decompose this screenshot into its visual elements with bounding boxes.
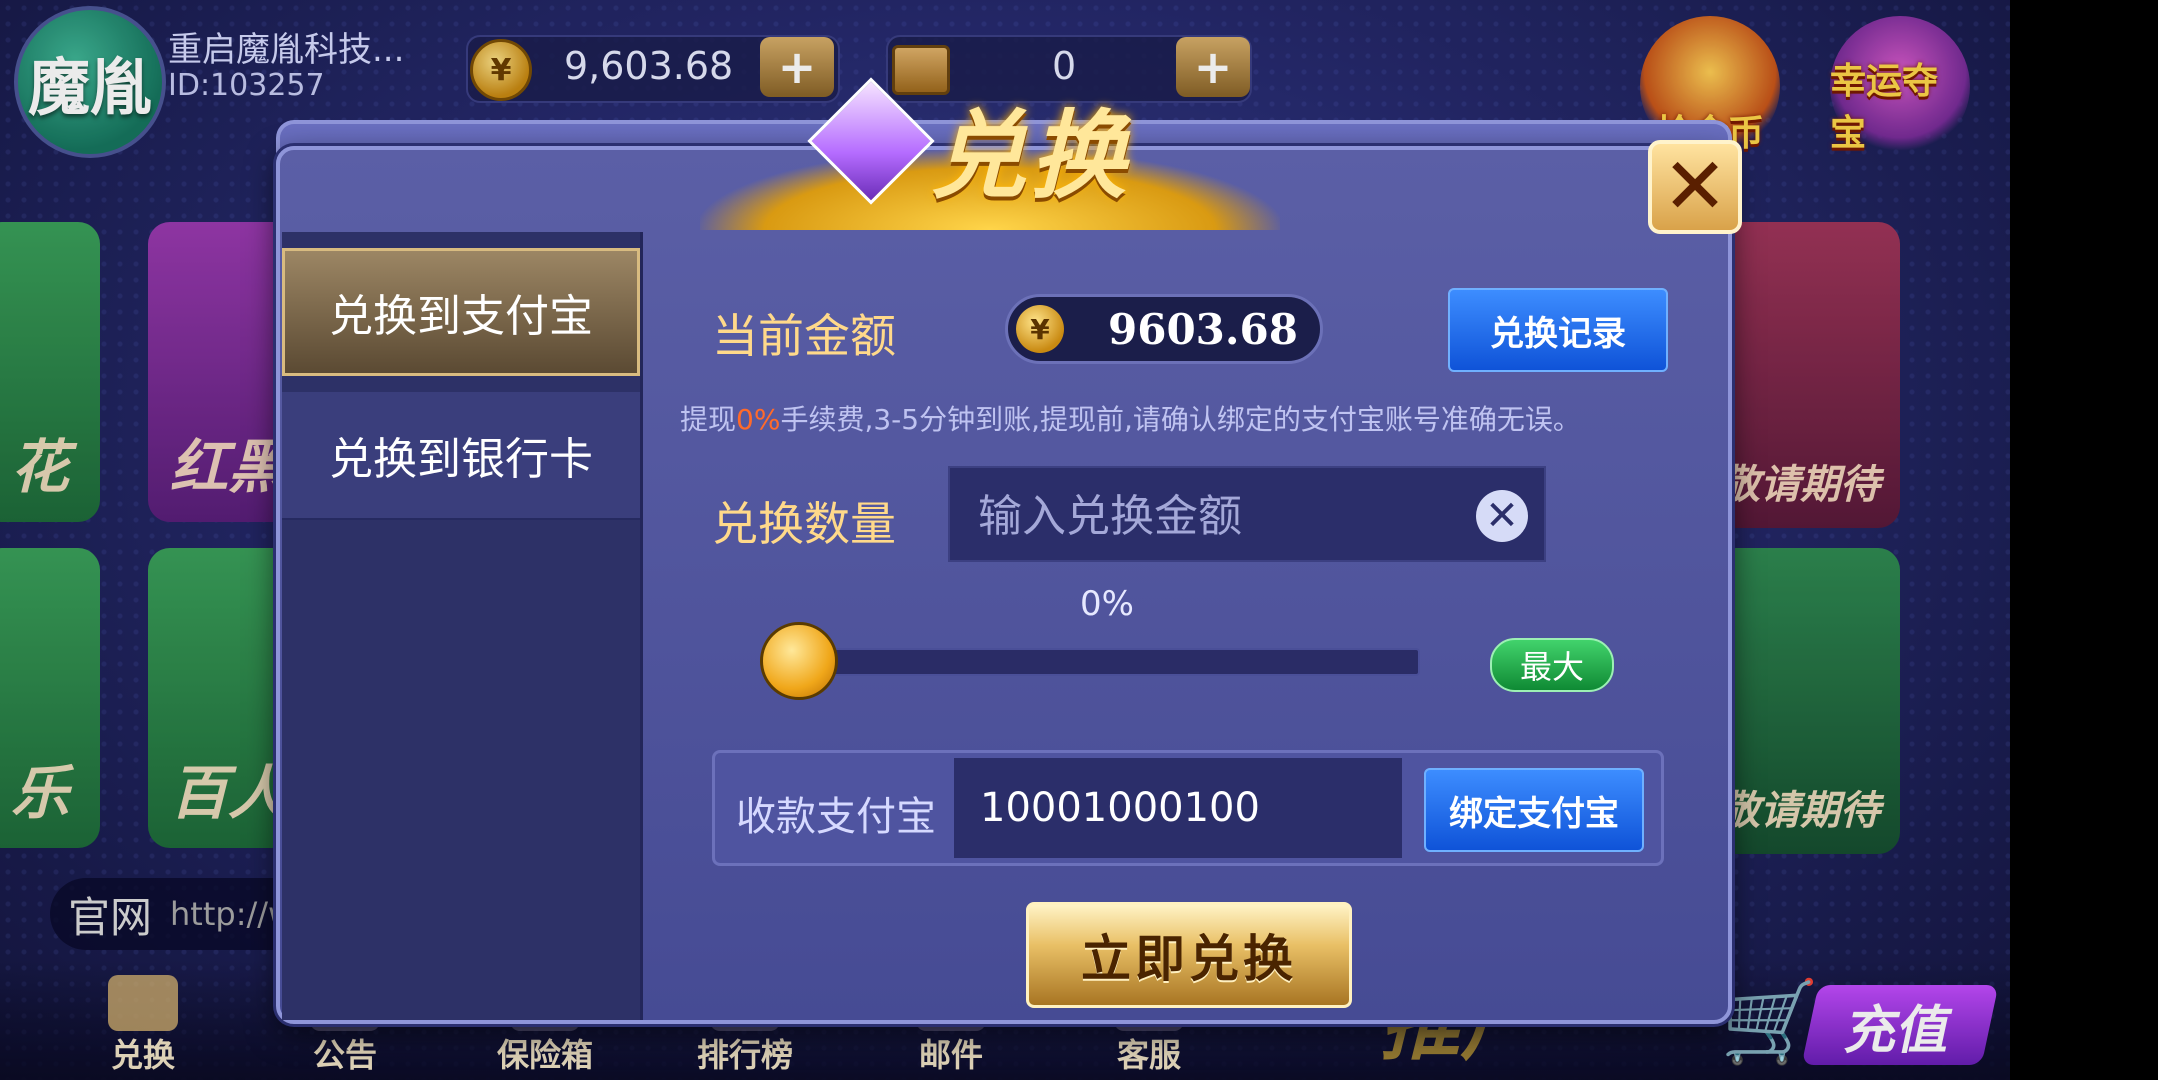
dialog-title: 兑换 [930,100,1130,212]
bind-alipay-button[interactable]: 绑定支付宝 [1424,768,1644,852]
yen-icon: ¥ [1016,305,1064,353]
hint-suffix: 手续费,3-5分钟到账,提现前,请确认绑定的支付宝账号准确无误。 [780,403,1581,436]
exchange-history-button[interactable]: 兑换记录 [1448,288,1668,372]
current-amount-value: 9603.68 [1108,305,1298,354]
alipay-account-field: 10001000100 [954,758,1402,858]
amount-slider-track[interactable] [768,648,1420,676]
clear-input-button[interactable]: ✕ [1476,490,1528,542]
quantity-input[interactable] [976,482,1450,550]
current-amount-label: 当前金额 [712,309,896,363]
current-amount-display: ¥ 9603.68 [1005,294,1323,364]
slider-percent: 0% [1080,584,1134,624]
hint-fee-highlight: 0% [736,403,781,436]
close-button[interactable]: ✕ [1648,140,1742,234]
hint-prefix: 提现 [680,403,737,436]
amount-slider-knob[interactable] [760,622,838,700]
exchange-now-button[interactable]: 立即兑换 [1026,902,1352,1008]
quantity-input-box: ✕ [948,466,1546,562]
max-button[interactable]: 最大 [1490,638,1614,692]
tab-alipay[interactable]: 兑换到支付宝 [282,248,640,376]
alipay-label: 收款支付宝 [736,794,936,840]
quantity-label: 兑换数量 [712,497,896,551]
tab-bank-card[interactable]: 兑换到银行卡 [282,392,640,520]
lobby-background: 魔胤 重启魔胤科技... ID:103257 ¥ 9,603.68 + 0 + … [0,0,2010,1080]
fee-hint: 提现0%手续费,3-5分钟到账,提现前,请确认绑定的支付宝账号准确无误。 [680,398,1581,438]
